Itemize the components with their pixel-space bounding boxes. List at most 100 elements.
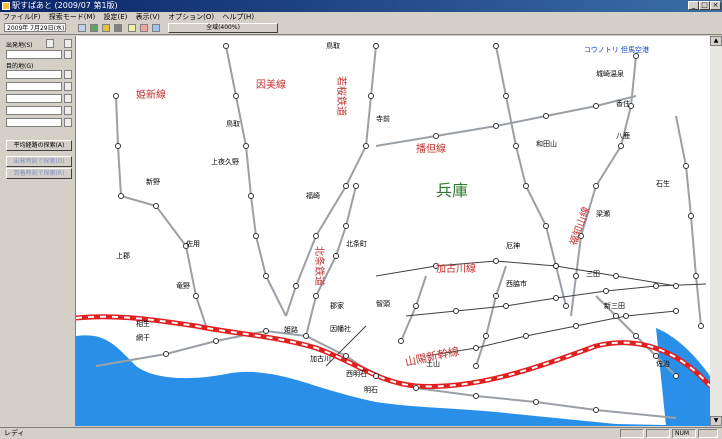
close-button[interactable]: × [710, 1, 721, 10]
station-dot[interactable] [193, 293, 199, 299]
station-ichiba[interactable]: 郡家 [330, 301, 344, 310]
station-dot[interactable] [163, 351, 169, 357]
station-yakujin[interactable]: 因幡社 [330, 324, 351, 333]
station-sasayamaguchi[interactable]: 三田 [586, 270, 600, 278]
station-yanase[interactable]: 八鹿 [616, 131, 630, 140]
to-select-icon-1[interactable] [64, 70, 72, 79]
memo-icon[interactable] [128, 24, 136, 32]
via-input-3[interactable] [6, 106, 62, 115]
menu-file[interactable]: ファイル(F) [0, 12, 44, 22]
station-dot[interactable] [413, 385, 419, 391]
station-sannomiya[interactable]: 佐治 [656, 359, 670, 368]
print-icon[interactable] [114, 24, 122, 32]
station-dot[interactable] [303, 333, 309, 339]
station-dot[interactable] [373, 43, 379, 49]
station-dot[interactable] [313, 293, 319, 299]
station-dot[interactable] [433, 133, 439, 139]
station-dot[interactable] [593, 183, 599, 189]
station-dot[interactable] [603, 288, 609, 294]
station-himeji[interactable]: 姫路 [284, 325, 298, 334]
station-sanda[interactable]: 新三田 [604, 301, 625, 310]
station-teramae[interactable]: 寺前 [376, 114, 390, 123]
station-dot[interactable] [473, 345, 479, 351]
station-tsuchiyama[interactable]: 土山 [426, 359, 440, 368]
history-icon[interactable] [140, 24, 148, 32]
station-dot[interactable] [563, 303, 569, 309]
station-dot[interactable] [368, 93, 374, 99]
station-dot[interactable] [673, 308, 679, 314]
station-dot[interactable] [343, 183, 349, 189]
station-yoka[interactable]: 香住 [616, 99, 630, 108]
via-input-1[interactable] [6, 82, 62, 91]
station-dot[interactable] [223, 43, 229, 49]
station-dot[interactable] [543, 113, 549, 119]
station-dot[interactable] [243, 143, 249, 149]
date-field[interactable]: 2009年 7月29日(水) [4, 23, 66, 32]
via-select-icon-2[interactable] [64, 94, 72, 103]
station-dot[interactable] [233, 93, 239, 99]
station-dot[interactable] [698, 323, 704, 329]
search-arrival-button[interactable]: 到着時刻で探索(R) [6, 168, 72, 179]
station-nihonheso[interactable]: 厄神 [506, 241, 520, 250]
station-tatsuno[interactable]: 竜野 [176, 281, 190, 290]
station-toyooka[interactable]: 城崎温泉 [596, 69, 624, 78]
menu-view[interactable]: 表示(V) [133, 12, 163, 22]
map-icon[interactable] [152, 24, 160, 32]
search-departure-button[interactable]: 出発時刻で探索(D) [6, 156, 72, 167]
station-wakasa[interactable]: 鳥取 [326, 41, 340, 50]
station-ohara[interactable]: 上夜久野 [211, 157, 239, 166]
station-kamigori[interactable]: 上郡 [116, 251, 130, 260]
station-dot[interactable] [593, 103, 599, 109]
station-dot[interactable] [683, 163, 689, 169]
station-aioi[interactable]: 相生 [136, 319, 150, 328]
station-dot[interactable] [115, 143, 121, 149]
scroll-down-button[interactable]: ▼ [710, 416, 722, 426]
zoom-button[interactable]: 全域(400%) [168, 23, 278, 33]
station-dot[interactable] [543, 223, 549, 229]
station-dot[interactable] [523, 333, 529, 339]
from-select-icon[interactable] [64, 50, 72, 59]
train-icon[interactable] [90, 24, 98, 32]
menu-options[interactable]: オプション(O) [165, 12, 217, 22]
scroll-up-button[interactable]: ▲ [710, 36, 722, 46]
via-select-icon-4[interactable] [64, 118, 72, 127]
maximize-button[interactable]: □ [699, 1, 710, 10]
menu-help[interactable]: ヘルプ(H) [219, 12, 257, 22]
station-dot[interactable] [633, 333, 639, 339]
station-dot[interactable] [618, 143, 624, 149]
station-dot[interactable] [693, 273, 699, 279]
map-canvas[interactable]: 播但線 姫新線 加古川線 福知山線 因美線 北条鉄道 若桜鉄道 山陽新幹線 兵庫… [76, 36, 710, 426]
station-dot[interactable] [263, 328, 269, 334]
station-kashiwara[interactable]: 梁瀬 [596, 209, 610, 218]
station-dot[interactable] [613, 273, 619, 279]
station-dot[interactable] [653, 353, 659, 359]
via-input-4[interactable] [6, 118, 62, 127]
via-input-2[interactable] [6, 94, 62, 103]
station-dot[interactable] [573, 273, 579, 279]
station-dot[interactable] [453, 308, 459, 314]
station-dot[interactable] [113, 93, 119, 99]
station-dot[interactable] [363, 143, 369, 149]
station-fukusaki[interactable]: 福崎 [306, 191, 320, 200]
station-dot[interactable] [263, 273, 269, 279]
route-map[interactable]: 播但線 姫新線 加古川線 福知山線 因美線 北条鉄道 若桜鉄道 山陽新幹線 兵庫… [76, 36, 710, 426]
station-dot[interactable] [493, 258, 499, 264]
station-dot[interactable] [493, 43, 499, 49]
station-harima-shingu[interactable]: 佐用 [186, 239, 200, 248]
station-dot[interactable] [653, 283, 659, 289]
station-dot[interactable] [553, 263, 559, 269]
station-dot[interactable] [673, 373, 679, 379]
station-dot[interactable] [613, 313, 619, 319]
to-input-1[interactable] [6, 70, 62, 79]
station-dot[interactable] [493, 123, 499, 129]
folder-icon[interactable] [102, 24, 110, 32]
station-dot[interactable] [353, 183, 359, 189]
station-dot[interactable] [623, 313, 629, 319]
station-dot[interactable] [373, 373, 379, 379]
station-dot[interactable] [483, 333, 489, 339]
station-dot[interactable] [523, 183, 529, 189]
station-dot[interactable] [513, 143, 519, 149]
station-dot[interactable] [688, 213, 694, 219]
vertical-scrollbar[interactable]: ▲ ▼ [710, 36, 722, 426]
station-dot[interactable] [343, 223, 349, 229]
